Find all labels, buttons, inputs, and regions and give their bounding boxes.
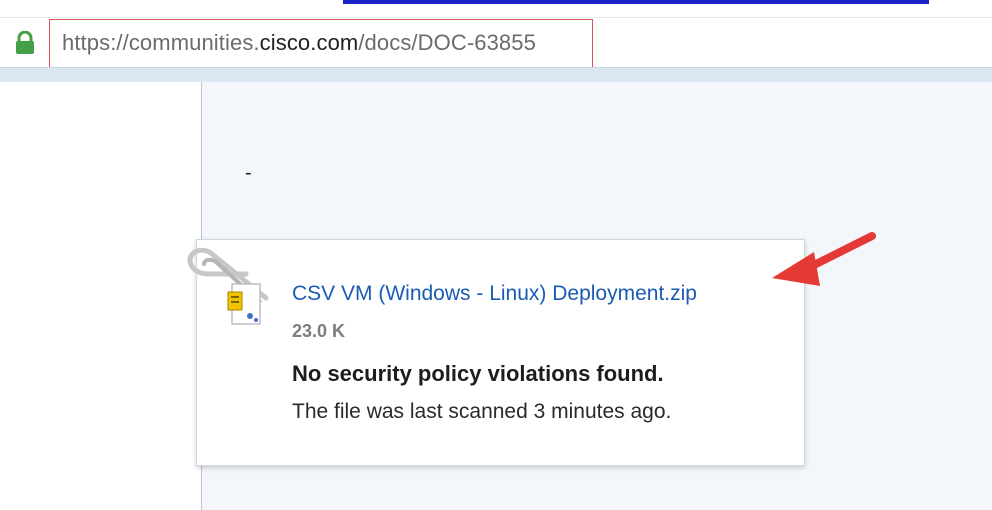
browser-top-strip bbox=[0, 0, 992, 17]
url-prefix: https://communities. bbox=[62, 30, 260, 55]
scan-info-text: The file was last scanned 3 minutes ago. bbox=[292, 400, 672, 423]
url-field[interactable]: https://communities.cisco.com/docs/DOC-6… bbox=[62, 29, 536, 57]
attachment-popup bbox=[196, 239, 805, 466]
url-path: /docs/DOC-63855 bbox=[358, 30, 536, 55]
address-bar[interactable]: https://communities.cisco.com/docs/DOC-6… bbox=[0, 17, 992, 68]
security-status-text: No security policy violations found. bbox=[292, 361, 664, 386]
separator-text: - bbox=[245, 162, 252, 184]
zip-file-icon bbox=[227, 283, 261, 325]
left-sidebar bbox=[0, 82, 201, 510]
red-arrow-annotation bbox=[772, 232, 876, 286]
lock-icon bbox=[16, 31, 34, 54]
attachment-file-link[interactable]: CSV VM (Windows - Linux) Deployment.zip bbox=[292, 282, 697, 306]
url-domain: cisco.com bbox=[259, 30, 359, 55]
attachment-file-size: 23.0 K bbox=[292, 321, 346, 341]
toolbar-band bbox=[0, 67, 992, 82]
page-top-link-underline bbox=[343, 0, 929, 4]
